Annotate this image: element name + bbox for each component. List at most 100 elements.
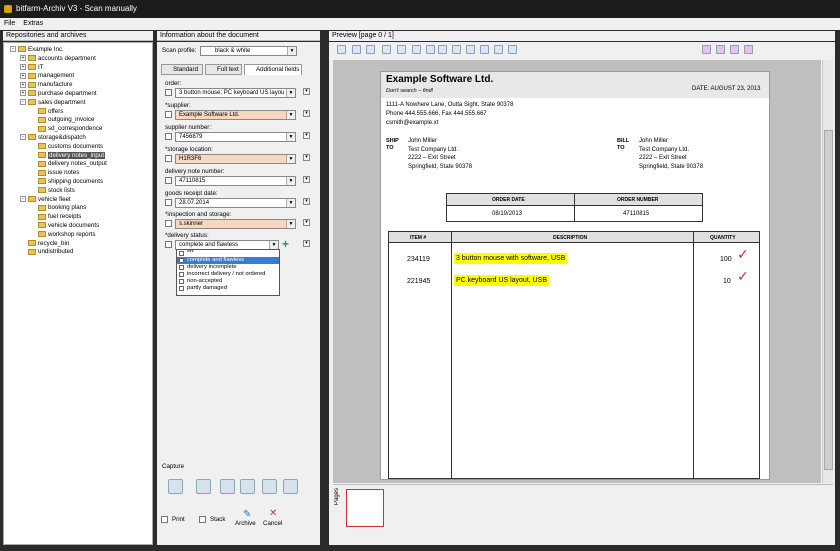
tree-item[interactable]: - vehicle fleet [20, 195, 71, 204]
tab-additional-fields[interactable]: Additional fields [244, 64, 302, 75]
dropdown-option[interactable]: partly damaged [177, 285, 279, 292]
toolbar-button[interactable] [337, 45, 346, 54]
scan-import-icon[interactable] [220, 479, 235, 494]
tree-item[interactable]: + manufacture [20, 80, 72, 89]
tab-full-text[interactable]: Full text [205, 64, 242, 75]
toolbar-button[interactable] [352, 45, 361, 54]
menu-file[interactable]: File [0, 20, 19, 27]
tree-item[interactable]: issue notes [30, 168, 79, 177]
field-input[interactable]: 7456879 ▼ [175, 132, 296, 142]
tree-item[interactable]: - storage&dispatch [20, 133, 86, 142]
user-stamp-icon[interactable] [716, 45, 725, 54]
option-checkbox[interactable] [179, 272, 184, 277]
field-checkbox[interactable] [165, 111, 172, 118]
dropdown-option[interactable]: non-accepted [177, 278, 279, 285]
toolbar-button[interactable] [382, 45, 391, 54]
dropdown-option[interactable]: *** [177, 250, 279, 257]
dropdown-option[interactable]: complete and flawless [177, 257, 279, 264]
tree-item[interactable]: - Example Inc. [10, 45, 64, 54]
field-input[interactable]: 3 button mouse; PC keyboard US layou ▼ [175, 88, 296, 98]
expand-icon[interactable]: + [20, 90, 26, 97]
tree-item[interactable]: shipping documents [30, 177, 103, 186]
tree-item[interactable]: offers [30, 107, 63, 116]
dropdown-option[interactable]: incorrect delivery / not ordered [177, 271, 279, 278]
toolbar-button[interactable] [366, 45, 375, 54]
field-checkbox[interactable] [165, 220, 172, 227]
tree-item[interactable]: + management [20, 71, 74, 80]
option-checkbox[interactable] [179, 258, 184, 263]
scan-settings-icon[interactable] [283, 479, 298, 494]
page-thumbnail[interactable] [346, 489, 384, 527]
scan-multi-icon[interactable] [196, 479, 211, 494]
option-checkbox[interactable] [179, 279, 184, 284]
field-menu-button[interactable]: ▾ [303, 88, 310, 95]
field-menu-button[interactable]: ▾ [303, 110, 310, 117]
toolbar-button[interactable] [452, 45, 461, 54]
collapse-icon[interactable]: - [10, 46, 16, 53]
field-input[interactable]: s.skinner ▼ [175, 219, 296, 229]
tree-item[interactable]: - sales department [20, 98, 85, 107]
field-checkbox[interactable] [165, 133, 172, 140]
option-checkbox[interactable] [179, 286, 184, 291]
cancel-button[interactable]: Cancel [263, 520, 282, 527]
stack-checkbox[interactable] [199, 516, 206, 523]
scan-profile-select[interactable]: black & white ▼ [200, 46, 297, 56]
tree-item[interactable]: stock lists [30, 186, 75, 195]
option-checkbox[interactable] [179, 265, 184, 270]
scan-delete-icon[interactable] [262, 479, 277, 494]
field-checkbox[interactable] [165, 89, 172, 96]
scrollbar-thumb[interactable] [824, 130, 833, 470]
expand-icon[interactable]: + [20, 55, 26, 62]
field-menu-button[interactable]: ▾ [303, 240, 310, 247]
print-checkbox[interactable] [161, 516, 168, 523]
field-menu-button[interactable]: ▾ [303, 198, 310, 205]
tree-item[interactable]: + purchase department [20, 89, 96, 98]
tree-item[interactable]: delivery notes_output [30, 159, 107, 168]
collapse-icon[interactable]: - [20, 134, 26, 141]
toolbar-button[interactable] [426, 45, 435, 54]
field-input[interactable]: 28.07.2014 ▼ [175, 198, 296, 208]
tree-item[interactable]: vehicle documents [30, 221, 99, 230]
tree-item[interactable]: undistributed [20, 247, 73, 256]
toolbar-button[interactable] [397, 45, 406, 54]
tree-item[interactable]: + IT [20, 63, 44, 72]
archive-button[interactable]: Archive [235, 520, 256, 527]
toolbar-button[interactable] [438, 45, 447, 54]
field-checkbox[interactable] [165, 155, 172, 162]
field-menu-button[interactable]: ▾ [303, 219, 310, 226]
user-stamp-icon[interactable] [744, 45, 753, 54]
field-menu-button[interactable]: ▾ [303, 154, 310, 161]
expand-icon[interactable]: + [20, 63, 26, 70]
field-checkbox[interactable] [165, 177, 172, 184]
tree-item[interactable]: + accounts department [20, 54, 96, 63]
option-checkbox[interactable] [179, 251, 184, 256]
scanner-icon[interactable] [168, 479, 183, 494]
field-input[interactable]: 47110815 ▼ [175, 176, 296, 186]
scan-edit-icon[interactable] [240, 479, 255, 494]
field-checkbox[interactable] [165, 241, 172, 248]
tree-item[interactable]: delivery notes_input [30, 151, 106, 160]
collapse-icon[interactable]: - [20, 99, 26, 106]
field-menu-button[interactable]: ▾ [303, 176, 310, 183]
collapse-icon[interactable]: - [20, 195, 26, 202]
tree-item[interactable]: fuel receipts [30, 212, 81, 221]
tree-item[interactable]: workshop reports [30, 230, 95, 239]
field-menu-button[interactable]: ▾ [303, 132, 310, 139]
repository-tree[interactable]: - Example Inc. + accounts department + IT + man… [3, 42, 153, 545]
add-icon[interactable]: + [282, 237, 289, 251]
tree-item[interactable]: customs documents [30, 142, 103, 151]
delivery-status-dropdown[interactable]: *** complete and flawless delivery incompl… [176, 249, 280, 296]
expand-icon[interactable]: + [20, 72, 26, 79]
tab-standard[interactable]: Standard [161, 64, 203, 75]
user-stamp-icon[interactable] [730, 45, 739, 54]
toolbar-button[interactable] [480, 45, 489, 54]
vertical-scrollbar[interactable] [822, 60, 833, 483]
toolbar-button[interactable] [494, 45, 503, 54]
tree-item[interactable]: booking plans [30, 203, 86, 212]
toolbar-button[interactable] [508, 45, 517, 54]
user-stamp-icon[interactable] [702, 45, 711, 54]
menu-extras[interactable]: Extras [19, 20, 47, 27]
field-checkbox[interactable] [165, 199, 172, 206]
toolbar-button[interactable] [466, 45, 475, 54]
toolbar-button[interactable] [412, 45, 421, 54]
